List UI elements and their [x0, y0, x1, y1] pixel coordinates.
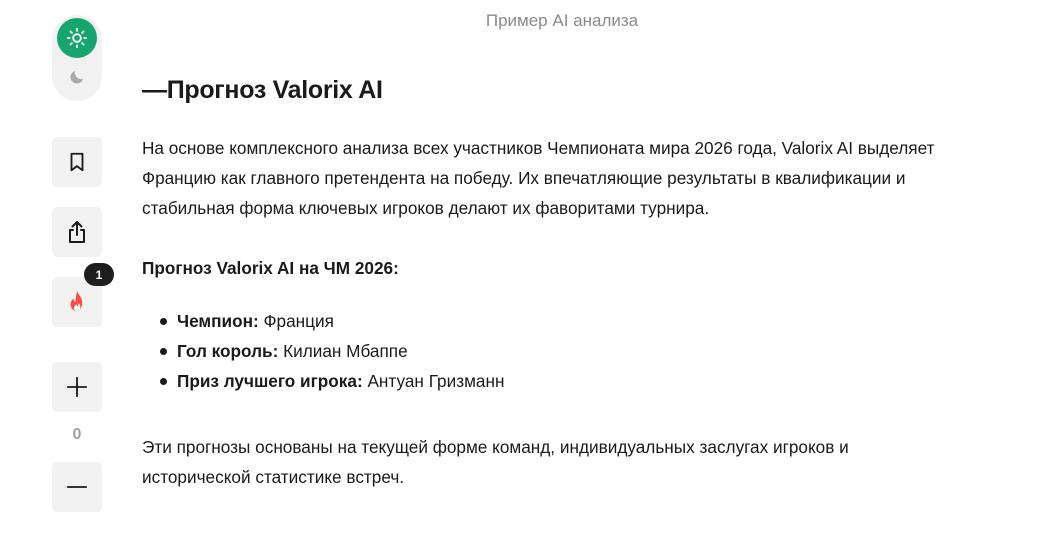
- theme-toggle: [52, 15, 102, 101]
- conclusion-paragraph: Эти прогнозы основаны на текущей форме к…: [142, 437, 849, 487]
- dark-theme-button[interactable]: [57, 57, 97, 97]
- sun-icon: [66, 27, 88, 49]
- forecast-value: Килиан Мбаппе: [278, 341, 408, 361]
- forecast-label: Гол король:: [177, 341, 279, 361]
- forecast-label: Чемпион:: [177, 311, 259, 331]
- list-item: Приз лучшего игрока: Антуан Гризманн: [142, 366, 942, 396]
- forecast-heading: Прогноз Valorix AI на ЧМ 2026:: [142, 258, 399, 278]
- share-icon: [69, 221, 85, 243]
- article-title: —Прогноз Valorix AI: [142, 76, 383, 104]
- light-theme-button[interactable]: [57, 18, 97, 58]
- vote-count: 0: [72, 426, 82, 443]
- intro-paragraph: На основе комплексного анализа всех учас…: [142, 138, 935, 218]
- bookmark-button[interactable]: [52, 137, 102, 187]
- page-caption: Пример AI анализа: [485, 11, 639, 30]
- fire-count-badge: 1: [84, 263, 114, 286]
- forecast-label: Приз лучшего игрока:: [177, 371, 363, 391]
- bookmark-icon: [70, 152, 84, 172]
- article: —Прогноз Valorix AI На основе комплексно…: [142, 76, 942, 492]
- list-item: Чемпион: Франция: [142, 306, 942, 336]
- minus-icon: [66, 486, 88, 488]
- forecast-list: Чемпион: Франция Гол король: Килиан Мбап…: [142, 306, 942, 396]
- list-item: Гол король: Килиан Мбаппе: [142, 336, 942, 366]
- forecast-value: Антуан Гризманн: [362, 371, 505, 391]
- upvote-button[interactable]: [52, 362, 102, 412]
- share-button[interactable]: [52, 207, 102, 257]
- moon-icon: [70, 71, 83, 84]
- fire-icon: [70, 291, 83, 312]
- plus-icon: [66, 376, 88, 398]
- downvote-button[interactable]: [52, 462, 102, 512]
- forecast-value: Франция: [258, 311, 334, 331]
